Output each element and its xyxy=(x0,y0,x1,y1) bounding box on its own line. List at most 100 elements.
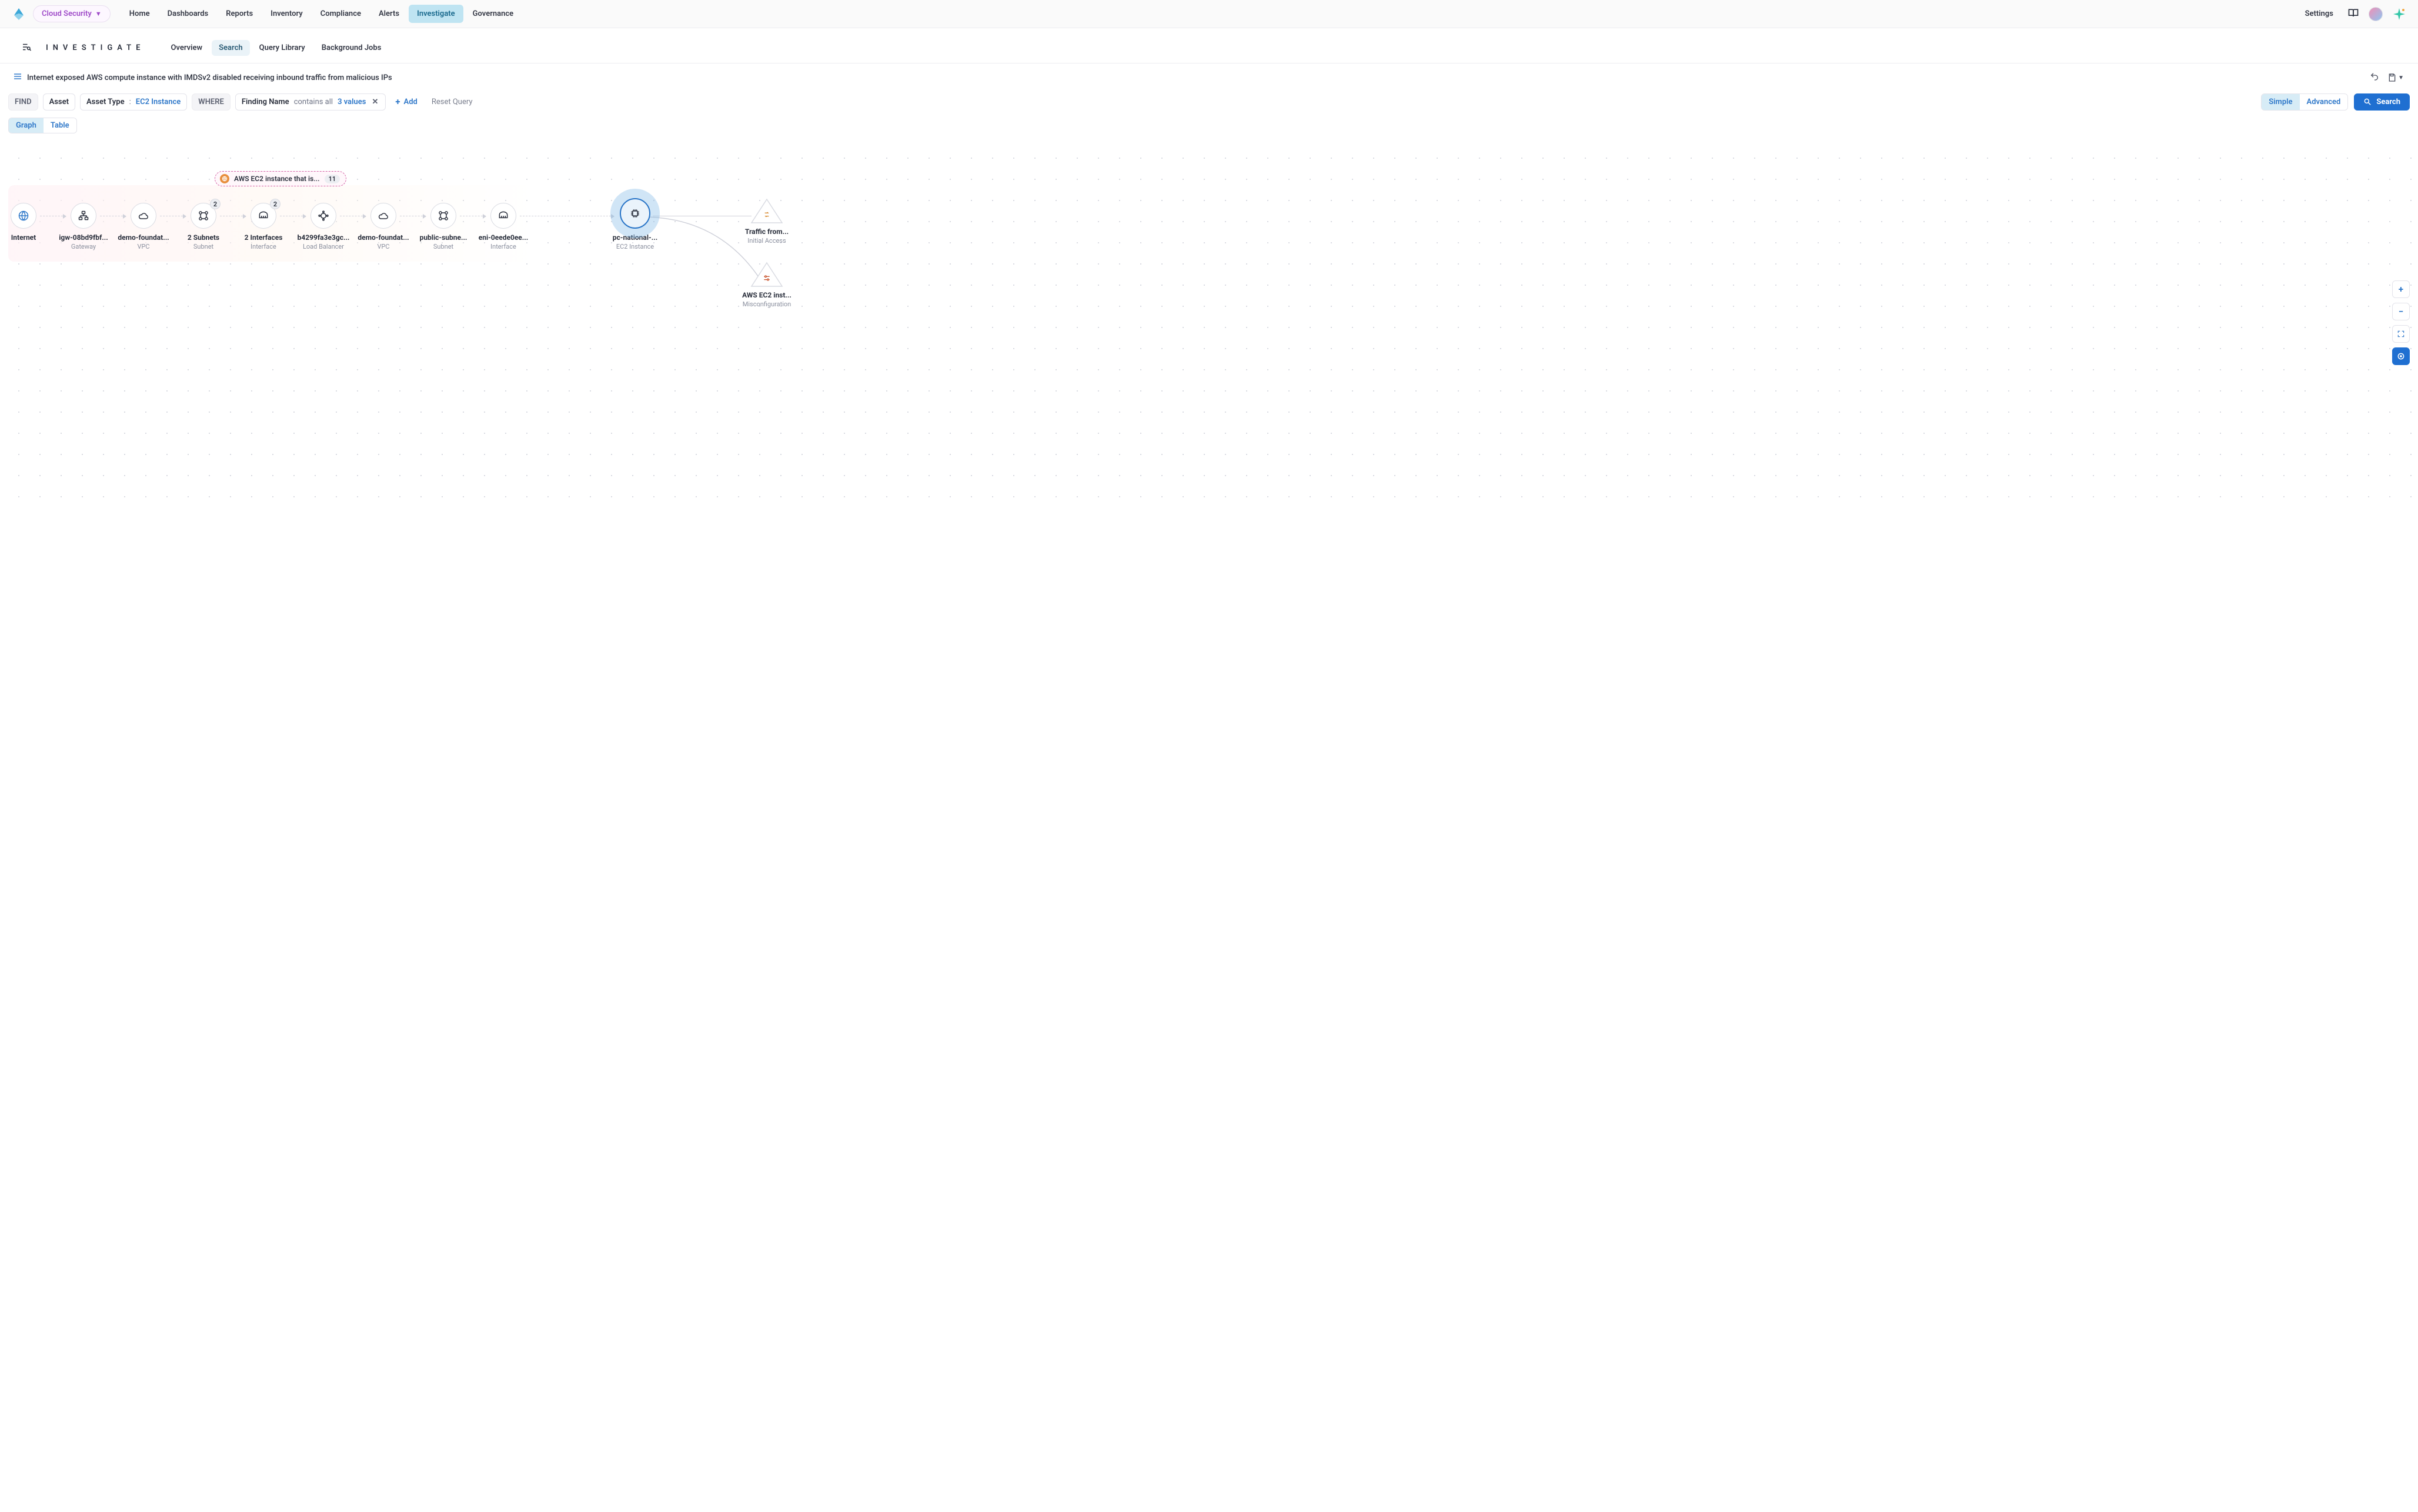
undo-icon[interactable] xyxy=(2370,72,2379,83)
where-keyword: WHERE xyxy=(192,93,231,111)
reset-query-button[interactable]: Reset Query xyxy=(427,94,477,110)
edge xyxy=(520,216,614,217)
count-badge: 2 xyxy=(270,199,280,209)
finding-name-label: Finding Name xyxy=(242,98,289,106)
result-badge[interactable]: AWS EC2 instance that is... 11 xyxy=(215,171,346,186)
investigate-icon xyxy=(21,42,32,55)
view-graph[interactable]: Graph xyxy=(9,118,44,133)
result-badge-label: AWS EC2 instance that is... xyxy=(234,175,320,183)
node-type: Interface xyxy=(474,243,533,250)
node-label: Internet xyxy=(0,233,53,242)
subheader: INVESTIGATE Overview Search Query Librar… xyxy=(0,28,2418,63)
nav-compliance[interactable]: Compliance xyxy=(312,5,369,23)
assistant-icon[interactable] xyxy=(2392,7,2406,21)
node-label: igw-08bd9fbf... xyxy=(54,233,113,242)
product-switcher[interactable]: Cloud Security ▼ xyxy=(33,5,111,22)
colon: : xyxy=(129,98,131,106)
canvas-controls: + − xyxy=(2392,280,2410,365)
query-builder: FIND Asset Asset Type : EC2 Instance WHE… xyxy=(0,89,2418,114)
nav-investigate[interactable]: Investigate xyxy=(409,5,463,23)
globe-warning-icon xyxy=(220,174,229,183)
plus-icon: + xyxy=(395,96,400,107)
node-label: public-subne... xyxy=(414,233,473,242)
node-label: b4299fa3e3gc... xyxy=(294,233,353,242)
nav-settings[interactable]: Settings xyxy=(2300,6,2338,22)
node-type: Misconfiguration xyxy=(732,300,802,308)
nav-alerts[interactable]: Alerts xyxy=(370,5,408,23)
shield-exchange-icon xyxy=(762,210,772,222)
node-label: demo-foundat... xyxy=(354,233,413,242)
node-load-balancer[interactable]: b4299fa3e3gc... Load Balancer xyxy=(294,203,353,250)
node-misconfiguration[interactable]: AWS EC2 inst... Misconfiguration xyxy=(732,262,802,308)
node-label: 2 Interfaces xyxy=(234,233,293,242)
docs-icon[interactable] xyxy=(2347,7,2359,21)
subtab-query-library[interactable]: Query Library xyxy=(252,40,312,56)
subtabs: Overview Search Query Library Background… xyxy=(163,40,388,56)
query-builder-right: Simple Advanced Search xyxy=(2261,93,2410,111)
node-vpc-1[interactable]: demo-foundat... VPC xyxy=(114,203,173,250)
asset-type-label: Asset Type xyxy=(86,98,125,106)
node-label: AWS EC2 inst... xyxy=(732,291,802,299)
node-subnets[interactable]: 2 2 Subnets Subnet xyxy=(174,203,233,250)
graph-canvas[interactable]: AWS EC2 instance that is... 11 Internet … xyxy=(0,139,2418,504)
node-type: Initial Access xyxy=(732,237,802,245)
add-filter-button[interactable]: + Add xyxy=(390,93,422,111)
node-interfaces[interactable]: 2 2 Interfaces Interface xyxy=(234,203,293,250)
save-menu[interactable]: ▼ xyxy=(2387,73,2404,82)
subtab-search[interactable]: Search xyxy=(212,40,250,56)
top-nav-right: Settings xyxy=(2300,6,2406,22)
finding-values: 3 values xyxy=(338,98,366,106)
node-label: demo-foundat... xyxy=(114,233,173,242)
add-label: Add xyxy=(404,98,418,106)
nav-reports[interactable]: Reports xyxy=(218,5,261,23)
sliders-icon xyxy=(762,273,772,285)
recenter-button[interactable] xyxy=(2392,347,2410,365)
node-initial-access[interactable]: Traffic from... Initial Access xyxy=(732,198,802,245)
nav-items: Home Dashboards Reports Inventory Compli… xyxy=(121,5,522,23)
asset-label: Asset xyxy=(49,98,69,106)
node-label: 2 Subnets xyxy=(174,233,233,242)
asset-type-value: EC2 Instance xyxy=(136,98,181,106)
node-vpc-2[interactable]: demo-foundat... VPC xyxy=(354,203,413,250)
finding-op: contains all xyxy=(294,98,333,106)
node-type: EC2 Instance xyxy=(606,243,664,250)
brand-logo[interactable] xyxy=(12,7,26,21)
node-gateway[interactable]: igw-08bd9fbf... Gateway xyxy=(54,203,113,250)
subtab-background-jobs[interactable]: Background Jobs xyxy=(315,40,389,56)
count-badge: 2 xyxy=(210,199,221,209)
node-type: VPC xyxy=(114,243,173,250)
asset-pill[interactable]: Asset xyxy=(43,93,75,111)
zoom-in-button[interactable]: + xyxy=(2392,280,2410,298)
chevron-down-icon: ▼ xyxy=(2398,75,2404,81)
view-table[interactable]: Table xyxy=(44,118,76,133)
subtab-overview[interactable]: Overview xyxy=(163,40,209,56)
avatar[interactable] xyxy=(2369,7,2383,21)
node-public-subnet[interactable]: public-subne... Subnet xyxy=(414,203,473,250)
search-label: Search xyxy=(2376,98,2400,106)
fullscreen-button[interactable] xyxy=(2392,325,2410,343)
page-title: INVESTIGATE xyxy=(46,44,145,52)
mode-simple[interactable]: Simple xyxy=(2262,94,2299,110)
node-type: Gateway xyxy=(54,243,113,250)
nav-governance[interactable]: Governance xyxy=(465,5,522,23)
node-eni[interactable]: eni-0eede0ee... Interface xyxy=(474,203,533,250)
node-type: Load Balancer xyxy=(294,243,353,250)
node-type: Subnet xyxy=(414,243,473,250)
nav-dashboards[interactable]: Dashboards xyxy=(159,5,217,23)
node-internet[interactable]: Internet xyxy=(0,203,53,243)
node-ec2-instance[interactable]: pc-national-... EC2 Instance xyxy=(606,198,664,250)
search-button[interactable]: Search xyxy=(2354,93,2410,111)
node-type: VPC xyxy=(354,243,413,250)
finding-pill[interactable]: Finding Name contains all 3 values ✕ xyxy=(235,93,386,111)
remove-filter-icon[interactable]: ✕ xyxy=(370,98,379,106)
query-actions: ▼ xyxy=(2370,72,2404,83)
nav-inventory[interactable]: Inventory xyxy=(262,5,311,23)
find-keyword: FIND xyxy=(8,93,38,111)
node-label: pc-national-... xyxy=(606,233,664,242)
query-title: Internet exposed AWS compute instance wi… xyxy=(27,73,392,82)
asset-type-pill[interactable]: Asset Type : EC2 Instance xyxy=(80,93,187,111)
mode-toggle: Simple Advanced xyxy=(2261,93,2348,111)
nav-home[interactable]: Home xyxy=(121,5,158,23)
mode-advanced[interactable]: Advanced xyxy=(2300,94,2348,110)
zoom-out-button[interactable]: − xyxy=(2392,303,2410,320)
